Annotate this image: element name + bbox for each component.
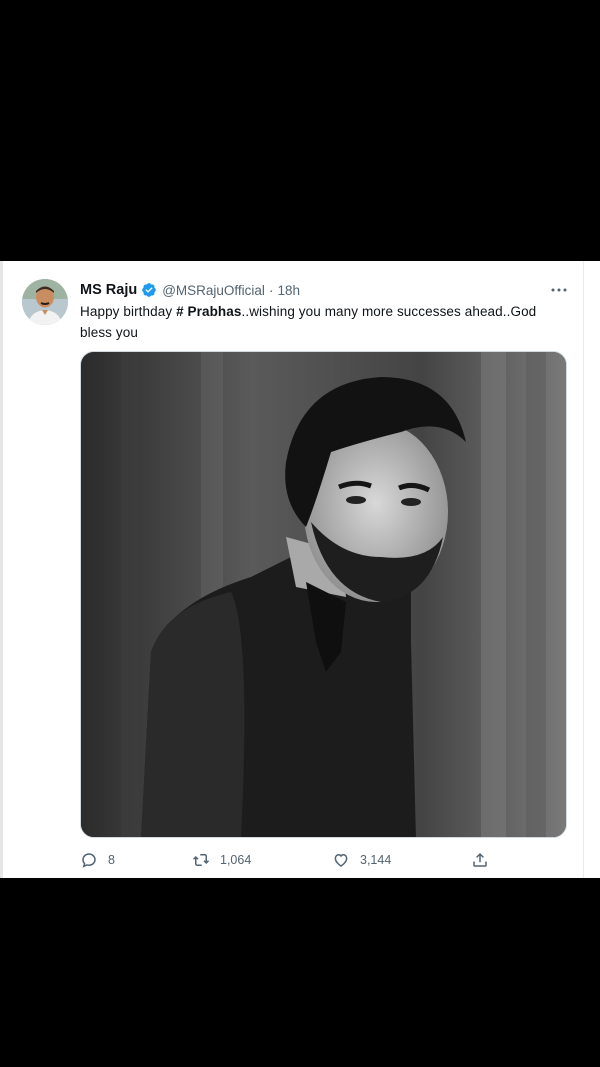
like-button[interactable]: 3,144 — [332, 849, 391, 871]
like-count: 3,144 — [360, 853, 392, 867]
portrait-photo — [81, 352, 566, 837]
separator-dot: · — [268, 282, 274, 298]
hashtag-link[interactable]: # Prabhas — [176, 304, 241, 319]
card-right-edge — [583, 261, 600, 878]
card-left-edge — [0, 261, 3, 878]
reply-button[interactable]: 8 — [80, 849, 115, 871]
more-options-icon[interactable] — [549, 280, 569, 300]
tweet-header: MS Raju @MSRajuOfficial · 18h — [80, 280, 300, 300]
like-icon — [334, 853, 348, 867]
tweet-timestamp[interactable]: 18h — [277, 283, 300, 298]
tweet-card[interactable]: MS Raju @MSRajuOfficial · 18h Happy birt… — [0, 261, 600, 878]
tweet-photo[interactable] — [80, 351, 567, 838]
verified-badge-icon — [141, 282, 157, 298]
user-handle[interactable]: @MSRajuOfficial — [162, 283, 265, 298]
reply-count: 8 — [108, 853, 115, 867]
share-icon — [473, 852, 487, 867]
tweet-text-start: Happy birthday — [80, 304, 177, 319]
retweet-icon — [192, 854, 210, 866]
reply-icon — [82, 853, 96, 868]
tweet-actions: 8 1,064 3,144 — [80, 849, 500, 871]
avatar[interactable] — [22, 279, 68, 325]
avatar-image — [22, 279, 68, 325]
tweet-text: Happy birthday # Prabhas..wishing you ma… — [80, 301, 570, 343]
retweet-count: 1,064 — [220, 853, 252, 867]
share-button[interactable] — [471, 849, 499, 871]
display-name[interactable]: MS Raju — [80, 282, 137, 298]
retweet-button[interactable]: 1,064 — [192, 849, 251, 871]
